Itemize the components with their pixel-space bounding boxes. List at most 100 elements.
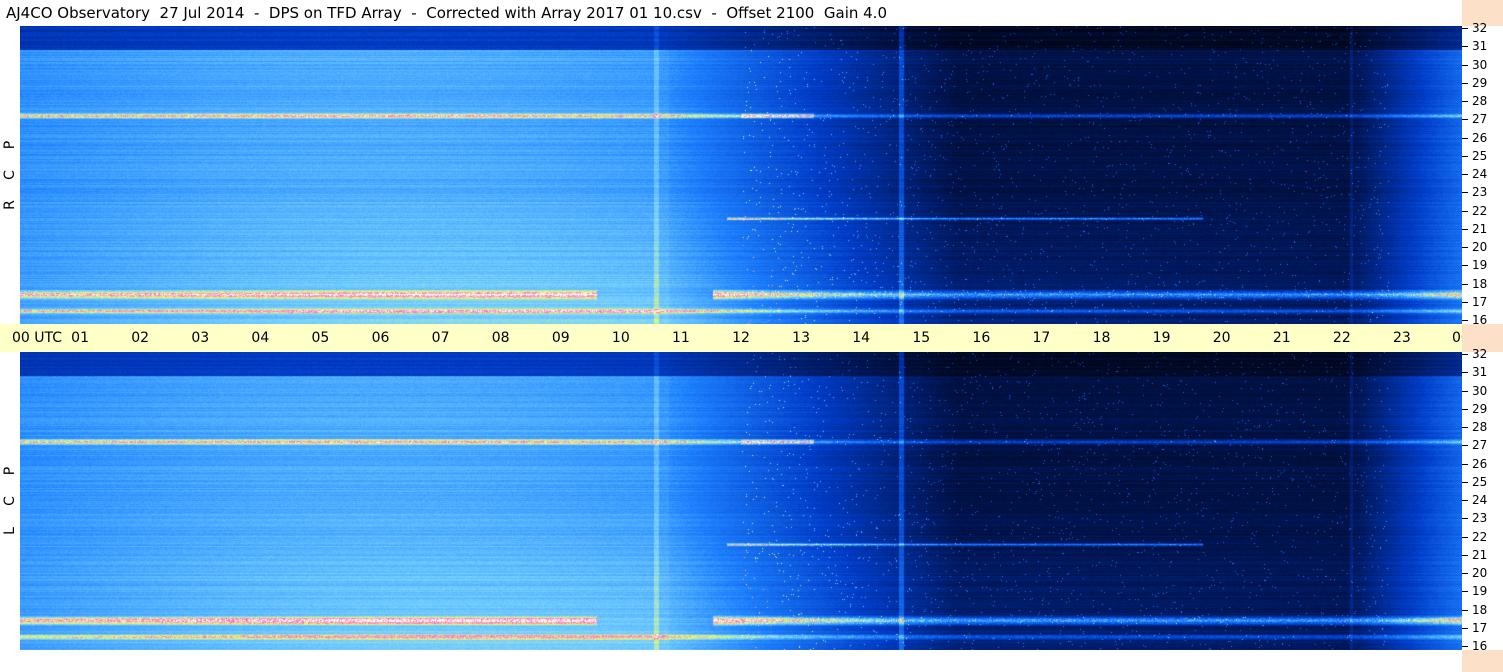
time-tick-label: 10 [611, 330, 630, 346]
freq-tick-label: 32 [1472, 21, 1488, 35]
freq-tick-label: 16 [1472, 639, 1488, 653]
freq-tick-label: 28 [1472, 94, 1488, 108]
rcp-frequency-axis: 32 31 30 29 28 27 26 25 24 23 22 21 20 19 18 17 16 [1462, 22, 1503, 327]
freq-tick [1462, 64, 1468, 66]
freq-tick-label: 18 [1472, 276, 1488, 291]
rcp-spectrogram [20, 26, 1462, 324]
freq-tick-label: 28 [1472, 420, 1488, 434]
freq-tick-label: 24 [1472, 493, 1488, 507]
time-tick-label: 09 [551, 330, 570, 346]
freq-tick [1462, 82, 1468, 84]
rcp-spectrogram-canvas [20, 26, 1462, 324]
freq-tick-label: 26 [1472, 456, 1488, 471]
freq-tick-label: 17 [1472, 294, 1488, 309]
time-tick-label: 22 [1332, 330, 1351, 346]
time-tick-label: 05 [311, 330, 330, 346]
freq-tick-label: 25 [1472, 148, 1488, 163]
freq-tick [1462, 301, 1468, 303]
time-tick-label: 06 [371, 330, 390, 346]
time-tick-label: 03 [191, 330, 210, 346]
freq-tick [1462, 408, 1468, 410]
freq-tick-label: 32 [1472, 347, 1488, 361]
freq-tick [1462, 101, 1468, 102]
freq-tick [1462, 445, 1468, 447]
time-axis: 00 UTC 01 02 03 04 05 06 07 08 09 10 11 12 13 14 15 16 17… [0, 324, 1503, 352]
lcp-panel-label: P C L [0, 352, 20, 650]
freq-tick-label: 18 [1472, 602, 1488, 617]
freq-tick [1462, 591, 1468, 593]
freq-tick [1462, 372, 1468, 374]
freq-tick [1462, 192, 1468, 194]
freq-tick-label: 23 [1472, 185, 1488, 200]
time-tick-label: 20 [1212, 330, 1231, 346]
freq-tick-label: 16 [1472, 313, 1488, 327]
freq-tick-label: 27 [1472, 112, 1488, 127]
freq-tick-label: 21 [1472, 547, 1488, 562]
freq-tick-label: 20 [1472, 240, 1488, 254]
freq-tick [1462, 481, 1468, 483]
freq-tick [1462, 609, 1468, 611]
time-tick-label: 12 [732, 330, 750, 346]
freq-tick-label: 23 [1472, 511, 1488, 526]
lcp-spectrogram-canvas [20, 352, 1462, 650]
freq-tick-label: 21 [1472, 221, 1488, 236]
freq-tick-label: 22 [1472, 203, 1488, 218]
time-tick-label: 15 [912, 330, 931, 346]
freq-tick-label: 29 [1472, 75, 1488, 90]
time-tick-label: 17 [1032, 330, 1051, 346]
freq-tick [1462, 646, 1468, 647]
freq-tick-label: 31 [1472, 39, 1488, 54]
freq-tick [1462, 283, 1468, 285]
time-tick-label: 01 [71, 330, 89, 346]
freq-tick [1462, 228, 1468, 230]
time-tick-label: 08 [491, 330, 510, 346]
bottom-margin [0, 650, 1462, 672]
freq-tick [1462, 320, 1468, 321]
freq-tick [1462, 174, 1468, 175]
freq-tick-label: 20 [1472, 566, 1488, 580]
freq-tick [1462, 573, 1468, 574]
freq-tick [1462, 137, 1468, 139]
time-tick-label: 07 [431, 330, 450, 346]
freq-tick [1462, 554, 1468, 556]
time-tick-label: 02 [131, 330, 150, 346]
freq-tick-label: 30 [1472, 57, 1488, 72]
freq-tick-label: 25 [1472, 474, 1488, 489]
freq-tick [1462, 536, 1468, 538]
freq-tick [1462, 500, 1468, 501]
time-tick-label: 18 [1092, 330, 1111, 346]
freq-tick-label: 30 [1472, 383, 1488, 398]
freq-tick [1462, 627, 1468, 629]
time-tick-label: 11 [671, 330, 690, 346]
freq-tick-label: 31 [1472, 365, 1488, 380]
freq-tick [1462, 46, 1468, 48]
freq-tick [1462, 354, 1468, 355]
freq-tick [1462, 119, 1468, 121]
freq-tick-label: 24 [1472, 167, 1488, 181]
lcp-spectrogram [20, 352, 1462, 650]
freq-tick [1462, 518, 1468, 520]
freq-tick-label: 27 [1472, 438, 1488, 453]
freq-tick [1462, 247, 1468, 248]
freq-tick [1462, 210, 1468, 212]
freq-tick [1462, 28, 1468, 29]
freq-tick-label: 17 [1472, 620, 1488, 635]
freq-tick-label: 29 [1472, 401, 1488, 416]
freq-axis-bottom-strip [1462, 650, 1503, 672]
freq-tick-label: 19 [1472, 258, 1488, 273]
time-tick-label: 16 [972, 330, 991, 346]
freq-tick [1462, 463, 1468, 465]
freq-tick-label: 26 [1472, 130, 1488, 145]
time-tick-label: 00 UTC [12, 330, 63, 346]
freq-tick [1462, 155, 1468, 157]
time-tick-label: 21 [1272, 330, 1291, 346]
freq-tick-label: 19 [1472, 584, 1488, 599]
freq-tick-label: 22 [1472, 529, 1488, 544]
lcp-frequency-axis: 32 31 30 29 28 27 26 25 24 23 22 21 20 19 18 17 16 [1462, 348, 1503, 653]
time-tick-label: 13 [792, 330, 810, 346]
time-tick-label: 04 [251, 330, 270, 346]
page-title: AJ4CO Observatory 27 Jul 2014 - DPS on T… [0, 0, 1462, 26]
time-tick-label: 14 [852, 330, 871, 346]
freq-tick [1462, 265, 1468, 267]
rcp-panel-label: P C R [0, 26, 20, 324]
